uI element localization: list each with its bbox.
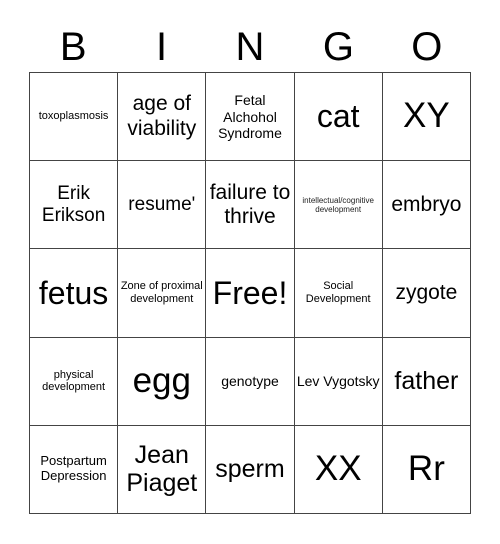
bingo-cell[interactable]: embryo <box>382 161 471 250</box>
bingo-cell[interactable]: sperm <box>206 425 295 514</box>
header-letter-i: I <box>156 25 168 69</box>
bingo-cell[interactable]: XX <box>294 425 383 514</box>
bingo-cell[interactable]: XY <box>382 73 471 162</box>
bingo-header: B I N G O <box>29 22 471 72</box>
bingo-cell[interactable]: Social Development <box>294 249 383 338</box>
bingo-cell[interactable]: failure to thrive <box>206 161 295 250</box>
bingo-cell[interactable]: Zone of proximal development <box>118 249 207 338</box>
bingo-cell[interactable]: age of viability <box>118 73 207 162</box>
bingo-cell[interactable]: egg <box>118 337 207 426</box>
header-letter-n: N <box>235 25 265 69</box>
free-space-cell[interactable]: Free! <box>206 249 295 338</box>
header-letter-o: O <box>411 25 443 69</box>
bingo-board: toxoplasmosis age of viability Fetal Alcho… <box>29 72 471 514</box>
header-letter-b: B <box>59 25 87 69</box>
bingo-cell[interactable]: genotype <box>206 337 295 426</box>
bingo-cell[interactable]: Fetal Alchohol Syndrome <box>206 73 295 162</box>
bingo-cell[interactable]: resume' <box>118 161 207 250</box>
bingo-cell[interactable]: toxoplasmosis <box>30 73 119 162</box>
bingo-cell[interactable]: intellectual/cognitive development <box>294 161 383 250</box>
header-letter-g: G <box>322 25 354 69</box>
bingo-cell[interactable]: zygote <box>382 249 471 338</box>
bingo-cell[interactable]: father <box>382 337 471 426</box>
bingo-cell[interactable]: Jean Piaget <box>118 425 207 514</box>
bingo-cell[interactable]: physical development <box>30 337 119 426</box>
bingo-cell[interactable]: Erik Erikson <box>30 161 119 250</box>
bingo-cell[interactable]: cat <box>294 73 383 162</box>
bingo-cell[interactable]: Lev Vygotsky <box>294 337 383 426</box>
bingo-cell[interactable]: Rr <box>382 425 471 514</box>
bingo-cell[interactable]: fetus <box>30 249 119 338</box>
bingo-cell[interactable]: Postpartum Depression <box>30 425 119 514</box>
